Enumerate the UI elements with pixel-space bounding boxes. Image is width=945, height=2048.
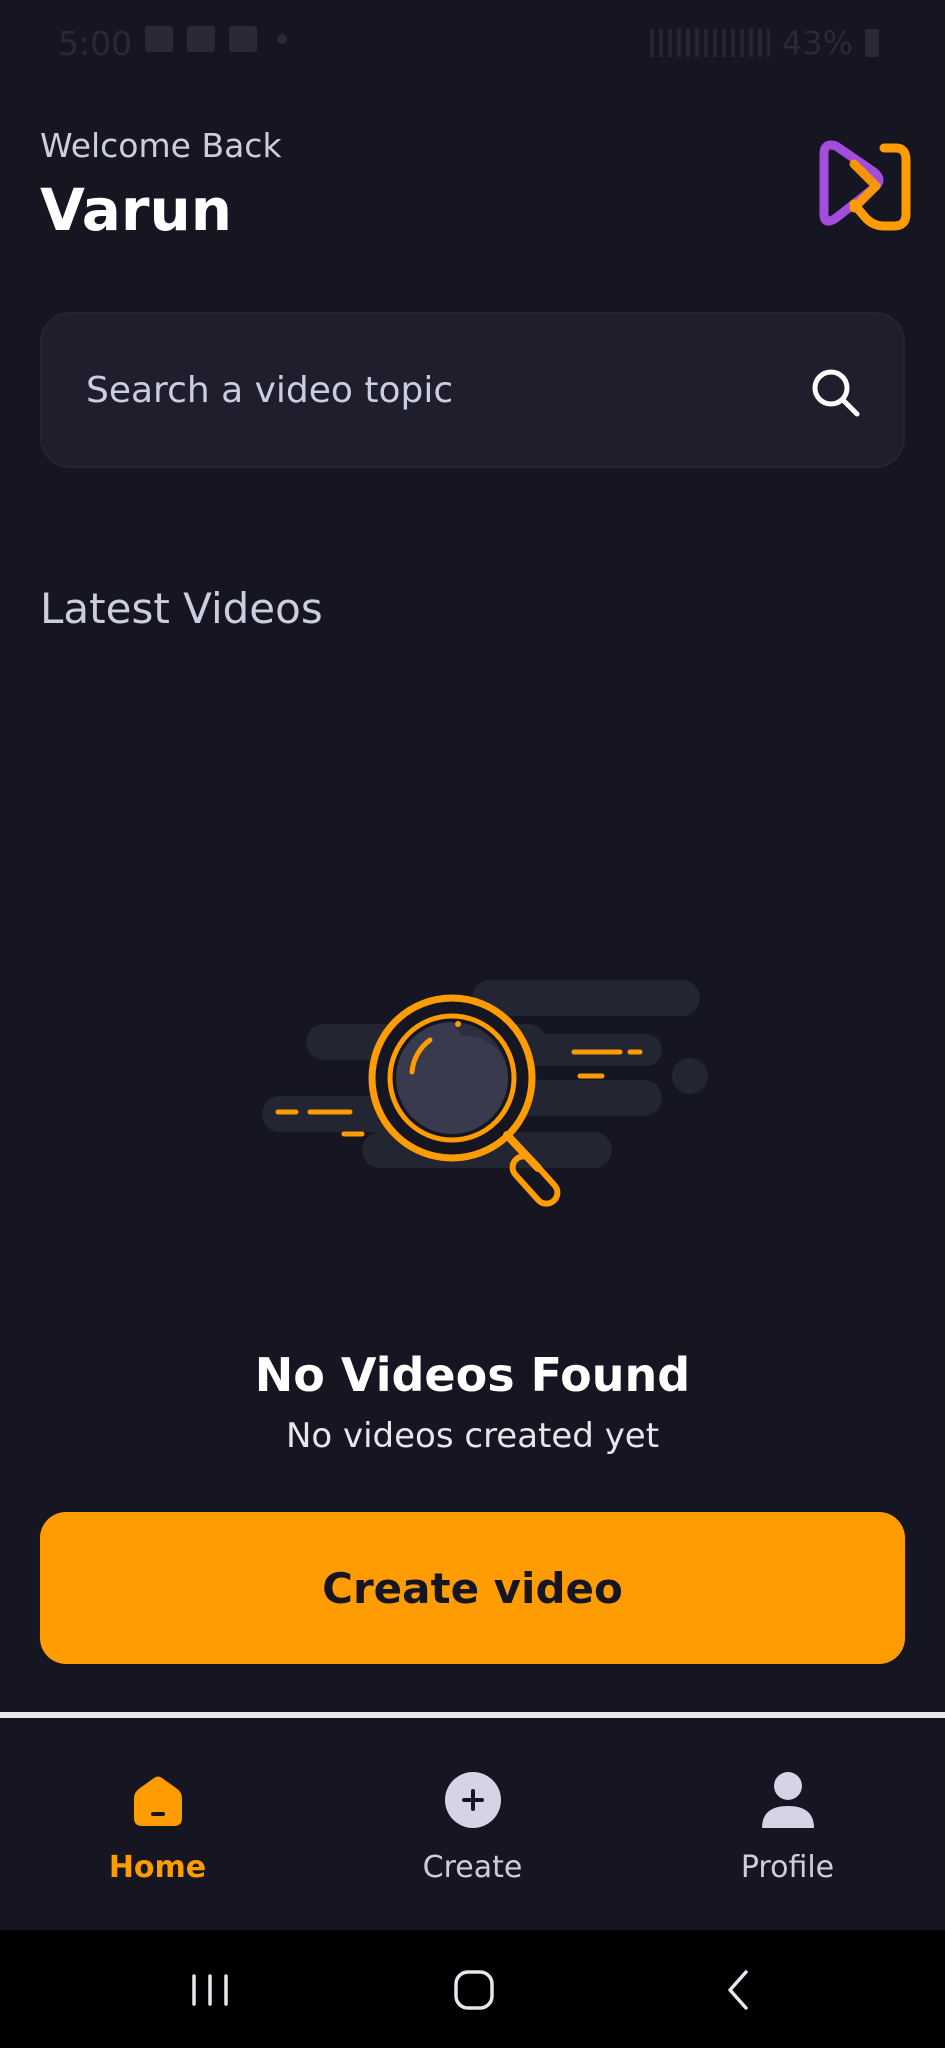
dot-icon <box>277 34 287 44</box>
tab-home-label: Home <box>108 1850 207 1885</box>
back-icon[interactable] <box>710 1960 770 2020</box>
create-video-button[interactable]: Create video <box>40 1512 905 1664</box>
tab-home[interactable]: Home <box>0 1718 315 1930</box>
system-status: 43% <box>649 24 879 62</box>
empty-state-subtitle: No videos created yet <box>285 1416 660 1456</box>
recent-apps-icon[interactable] <box>180 1960 240 2020</box>
status-bar: 5:00 43% <box>0 0 945 86</box>
tab-profile[interactable]: Profile <box>630 1718 945 1930</box>
system-nav-bar <box>0 1930 945 2048</box>
battery-icon <box>865 29 879 57</box>
app-logo-icon <box>819 140 911 231</box>
search-placeholder: Search a video topic <box>86 370 454 411</box>
status-time: 5:00 <box>58 24 133 63</box>
tab-create-label: Create <box>422 1850 523 1885</box>
battery-percent: 43% <box>781 24 853 62</box>
home-nav-icon[interactable] <box>444 1960 504 2020</box>
signal-icon <box>649 29 770 57</box>
bottom-tab-bar: Home Create Profile <box>0 1718 945 1930</box>
gallery-icon <box>145 26 173 52</box>
message-icon <box>187 26 215 52</box>
tab-profile-label: Profile <box>740 1850 835 1885</box>
empty-search-illustration <box>262 980 708 1207</box>
home-icon <box>133 1776 182 1826</box>
cast-icon <box>229 26 257 52</box>
search-input[interactable]: Search a video topic <box>40 312 905 468</box>
profile-icon <box>761 1772 814 1828</box>
empty-state-title: No Videos Found <box>254 1348 691 1402</box>
user-name: Varun <box>40 176 233 244</box>
greeting: Welcome Back <box>40 126 282 165</box>
notification-icons <box>145 26 287 52</box>
search-icon[interactable] <box>809 366 863 420</box>
plus-circle-icon <box>444 1772 501 1828</box>
tab-create[interactable]: Create <box>315 1718 630 1930</box>
section-title: Latest Videos <box>40 584 323 633</box>
